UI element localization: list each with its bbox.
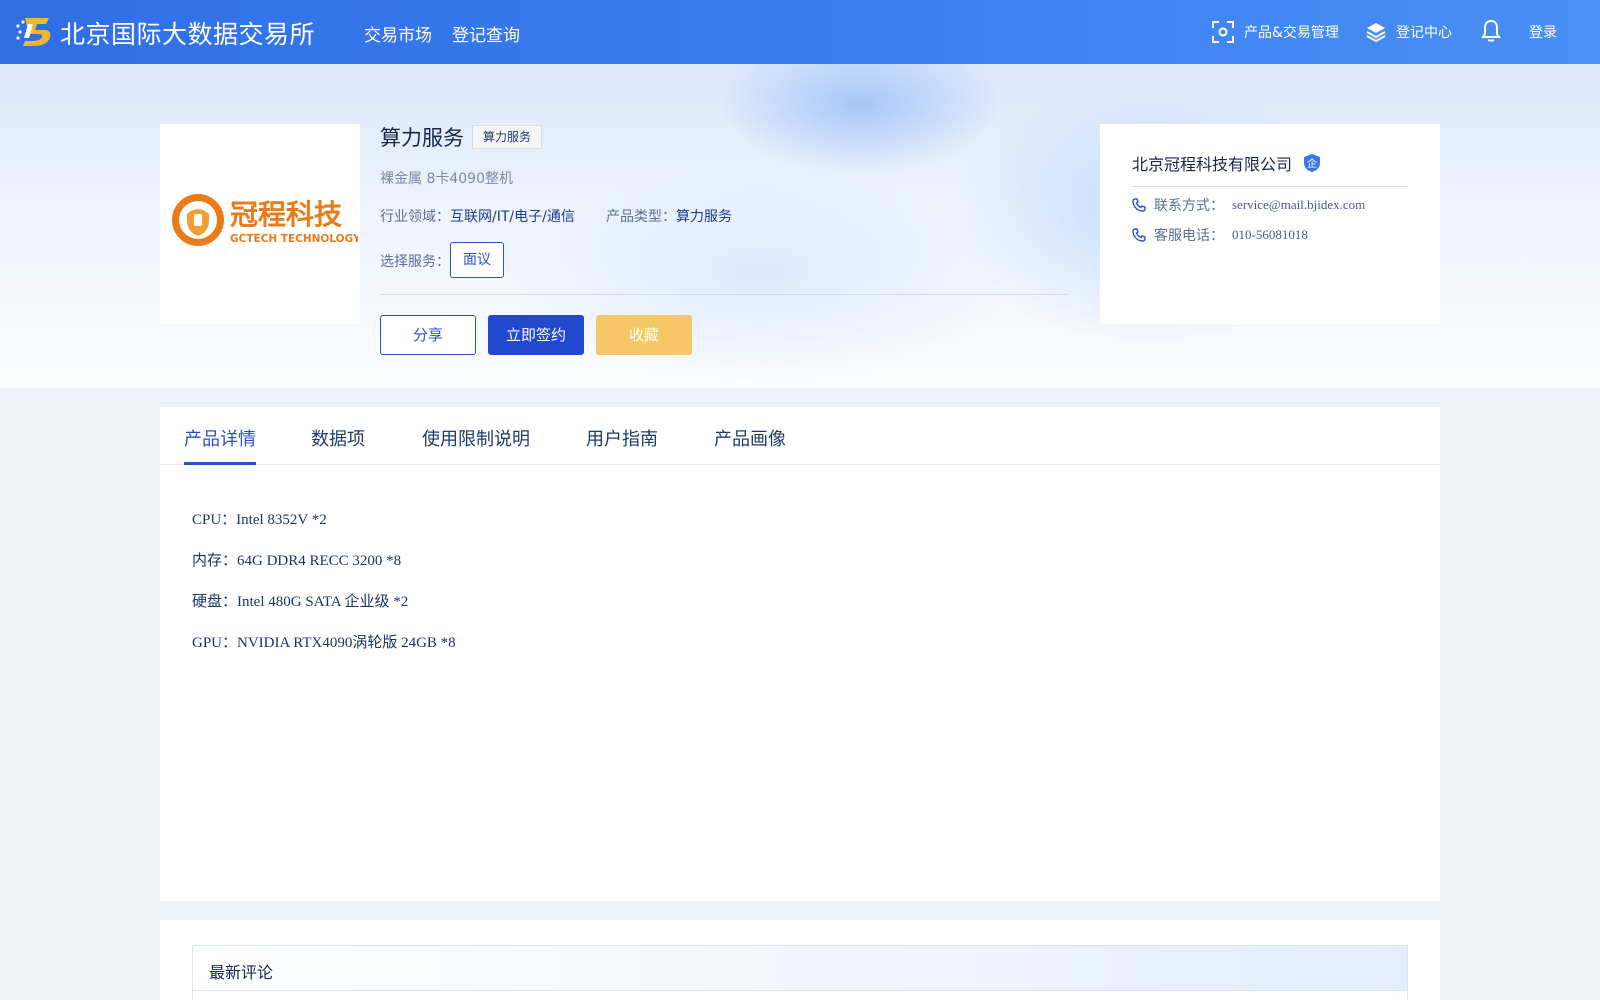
sign-now-button[interactable]: 立即签约	[488, 315, 584, 355]
favorite-button[interactable]: 收藏	[596, 315, 692, 355]
product-subtitle: 裸金属 8卡4090整机	[380, 171, 513, 187]
layers-icon	[1366, 23, 1386, 42]
product-title: 算力服务	[380, 126, 464, 150]
comments-header: 最新评论	[192, 945, 1408, 991]
site-title[interactable]: 北京国际大数据交易所	[60, 15, 315, 51]
notifications-button[interactable]	[1481, 19, 1511, 43]
product-type-value: 算力服务	[676, 209, 732, 225]
company-logo-text: 冠程科技	[230, 198, 342, 231]
verified-badge-label: 企	[1307, 157, 1317, 170]
comments-section: 最新评论	[160, 920, 1440, 1000]
spec-memory: 内存：64G DDR4 RECC 3200 *8	[192, 553, 402, 569]
phone-icon	[1132, 198, 1146, 212]
comments-list	[192, 991, 1408, 1000]
product-trade-management-label: 产品&交易管理	[1244, 25, 1339, 41]
spec-cpu: CPU：Intel 8352V *2	[192, 512, 327, 528]
product-detail-panel: 产品详情 数据项 使用限制说明 用户指南 产品画像 CPU：Intel 8352…	[160, 407, 1440, 901]
share-button[interactable]: 分享	[380, 315, 476, 355]
spec-disk: 硬盘：Intel 480G SATA 企业级 *2	[192, 594, 409, 610]
contact-label: 联系方式：	[1154, 198, 1224, 214]
hero-divider	[380, 294, 1068, 295]
product-category-tag: 算力服务	[472, 125, 543, 149]
seller-name[interactable]: 北京冠程科技有限公司	[1132, 151, 1292, 175]
tab-usage-restrictions[interactable]: 使用限制说明	[422, 425, 530, 451]
contact-phone-row: 客服电话： 010-56081018	[1132, 225, 1308, 245]
detail-tabs: 产品详情 数据项 使用限制说明 用户指南 产品画像	[160, 407, 1440, 465]
nav-trading-market[interactable]: 交易市场	[364, 21, 432, 46]
phone-number: 010-56081018	[1232, 227, 1308, 242]
scan-icon	[1212, 21, 1234, 43]
active-tab-indicator	[184, 462, 256, 465]
industry-value: 互联网/IT/电子/通信	[450, 209, 575, 225]
service-option-negotiable[interactable]: 面议	[450, 242, 504, 278]
nav-registration-query[interactable]: 登记查询	[452, 21, 520, 46]
register-center-link[interactable]: 登记中心	[1366, 20, 1452, 44]
company-logo: 冠程科技 GCTECH TECHNOLOGY	[172, 194, 358, 246]
register-center-label: 登记中心	[1396, 25, 1452, 41]
bell-icon	[1481, 19, 1501, 42]
spec-gpu: GPU：NVIDIA RTX4090涡轮版 24GB *8	[192, 635, 456, 651]
tab-data-items[interactable]: 数据项	[311, 425, 365, 451]
seller-card: 北京冠程科技有限公司 企 联系方式： service@mail.bjidex.c…	[1100, 124, 1440, 324]
product-trade-management-link[interactable]: 产品&交易管理	[1212, 20, 1339, 44]
industry-label: 行业领域：	[380, 209, 450, 225]
login-button[interactable]: 登录	[1529, 20, 1557, 44]
tab-product-portrait[interactable]: 产品画像	[714, 425, 786, 451]
brand-logo[interactable]	[15, 14, 53, 48]
contact-email[interactable]: service@mail.bjidex.com	[1232, 197, 1365, 213]
service-label: 选择服务：	[380, 254, 450, 270]
tab-product-details[interactable]: 产品详情	[184, 425, 256, 451]
contact-email-row: 联系方式： service@mail.bjidex.com	[1132, 195, 1365, 215]
tab-user-guide[interactable]: 用户指南	[586, 425, 658, 451]
industry-field: 行业领域：互联网/IT/电子/通信	[380, 206, 575, 226]
phone-label: 客服电话：	[1154, 228, 1224, 244]
verified-shield-icon: 企	[1304, 154, 1320, 172]
comments-title: 最新评论	[209, 963, 274, 982]
phone-icon	[1132, 228, 1146, 242]
top-navigation-bar: 北京国际大数据交易所 交易市场 登记查询 产品&交易管理 登记中心 登录	[0, 0, 1600, 64]
company-logo-card: 冠程科技 GCTECH TECHNOLOGY	[160, 124, 360, 324]
product-type-field: 产品类型：算力服务	[606, 206, 732, 226]
company-logo-subtext: GCTECH TECHNOLOGY	[230, 233, 358, 245]
seller-divider	[1132, 186, 1408, 187]
product-type-label: 产品类型：	[606, 209, 676, 225]
